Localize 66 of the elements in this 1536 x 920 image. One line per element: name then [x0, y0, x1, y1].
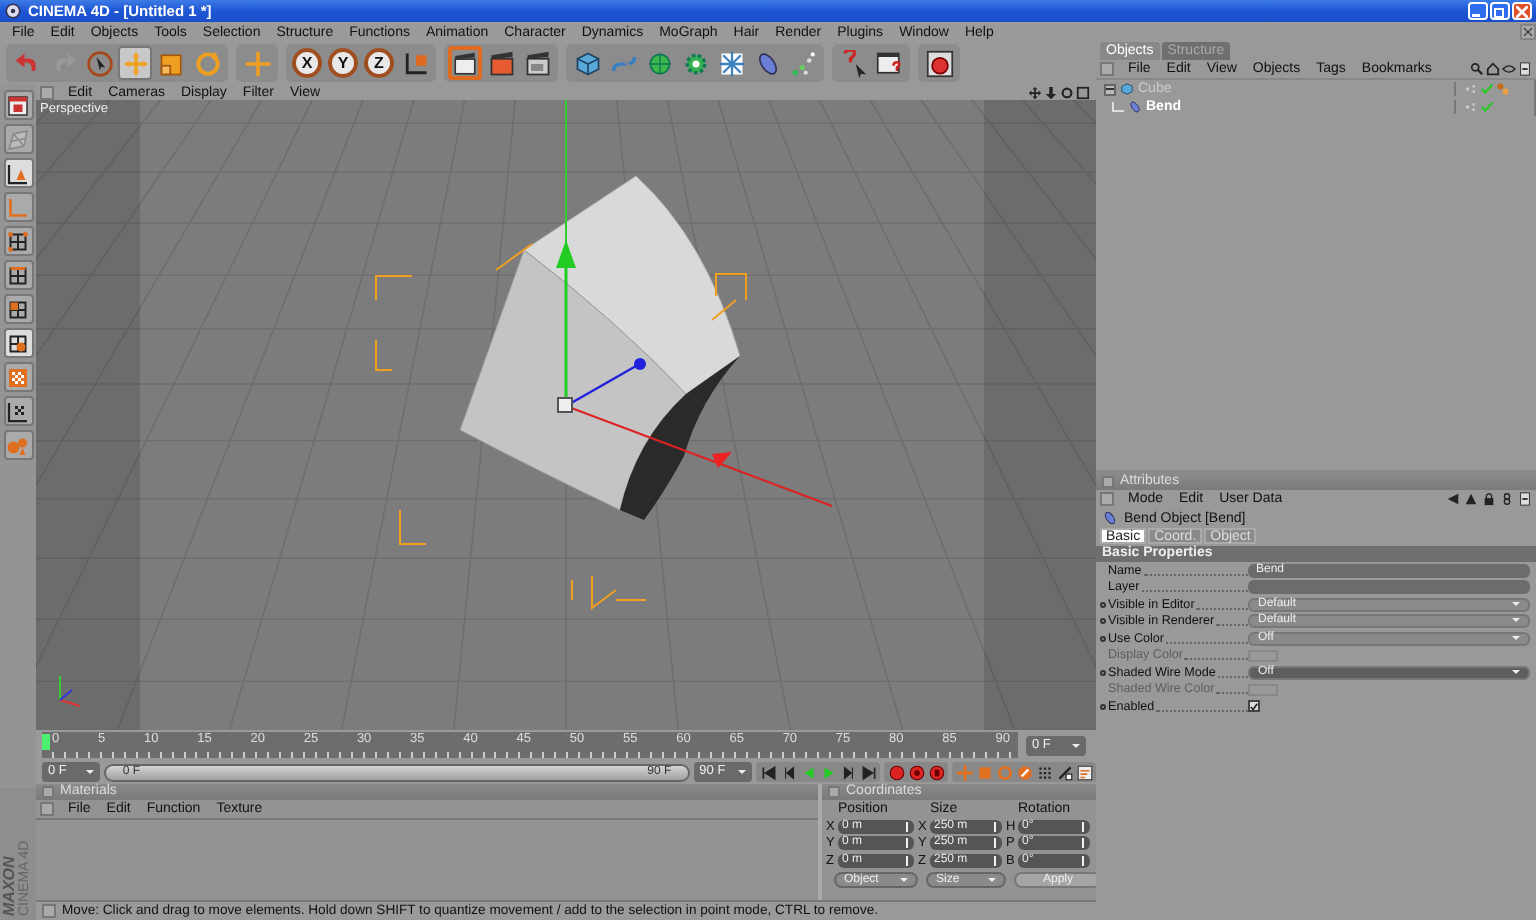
point-grid-icon[interactable]: [1034, 762, 1054, 782]
move-arrows-icon[interactable]: [1028, 85, 1042, 99]
keyframe-icon[interactable]: [926, 762, 946, 782]
axis-lock-button[interactable]: Y: [328, 48, 358, 78]
color-swatch[interactable]: [1248, 683, 1278, 696]
animation-dot[interactable]: [1100, 618, 1106, 625]
model-mode-icon[interactable]: [3, 158, 33, 188]
move-icon[interactable]: [118, 46, 152, 80]
clapboard-icon[interactable]: [448, 46, 482, 80]
parameter-icon[interactable]: [1014, 762, 1034, 782]
burst-icon[interactable]: [714, 46, 748, 80]
axis-gizmo-drawing: [59, 675, 81, 707]
color-swatch[interactable]: [1248, 649, 1278, 662]
cube-icon[interactable]: [1120, 82, 1134, 96]
close-button[interactable]: [1512, 2, 1532, 20]
panel-toggle[interactable]: [1100, 62, 1114, 76]
checker-axis-icon[interactable]: [3, 396, 33, 426]
axis-lock-button[interactable]: Z: [364, 48, 394, 78]
autokey-icon[interactable]: [906, 762, 926, 782]
timeline-icon[interactable]: [1074, 762, 1094, 782]
particles-icon[interactable]: [786, 46, 820, 80]
down-arrow-icon[interactable]: [1044, 85, 1058, 99]
axis-lock-button[interactable]: X: [292, 48, 322, 78]
close-icon[interactable]: [1520, 24, 1536, 40]
record-icon[interactable]: [886, 762, 906, 782]
skip-to-end-icon[interactable]: [858, 762, 878, 782]
restore-button[interactable]: [1490, 2, 1510, 20]
texture-grid-icon[interactable]: [3, 328, 33, 358]
checker-icon[interactable]: [3, 362, 33, 392]
home-icon[interactable]: [1486, 62, 1500, 76]
lock-icon[interactable]: [1482, 492, 1496, 506]
animation-dot[interactable]: [1100, 601, 1106, 608]
up-arrow-icon[interactable]: [1464, 492, 1478, 506]
checkbox[interactable]: [1248, 700, 1260, 713]
points-grid-icon[interactable]: [3, 226, 33, 256]
link-icon[interactable]: [1500, 492, 1514, 506]
search-icon[interactable]: [1470, 62, 1484, 76]
visibility-dots-icon[interactable]: [1464, 82, 1478, 96]
window-icon[interactable]: [1518, 62, 1532, 76]
polygons-grid-icon[interactable]: [3, 294, 33, 324]
brand-logo-text: MAXON: [2, 854, 18, 916]
animation-dot[interactable]: [1100, 635, 1106, 642]
render-region-icon[interactable]: [922, 46, 956, 80]
maximize-icon[interactable]: [1076, 85, 1090, 99]
layout-icon[interactable]: [3, 90, 33, 120]
edges-grid-icon[interactable]: [3, 260, 33, 290]
animation-dot[interactable]: [1100, 703, 1106, 710]
app-icon: [4, 2, 22, 20]
window-icon[interactable]: [1518, 492, 1532, 506]
restore-icon: [1494, 5, 1506, 17]
capsule-icon: [1102, 510, 1118, 526]
rotate-view-icon[interactable]: [1060, 85, 1074, 99]
pointer-icon[interactable]: [82, 46, 116, 80]
close-icon: [1516, 5, 1528, 17]
skip-to-start-icon[interactable]: [758, 762, 778, 782]
visibility-dots-icon[interactable]: [1464, 100, 1478, 114]
panel-toggle[interactable]: [828, 786, 840, 798]
back-arrow-icon[interactable]: [1446, 492, 1460, 506]
object-center-handle[interactable]: [557, 397, 573, 413]
expand-toggle[interactable]: [1104, 83, 1116, 95]
layer-field[interactable]: [1248, 580, 1530, 595]
eye-icon[interactable]: [1502, 62, 1516, 76]
animation-dot[interactable]: [1100, 669, 1106, 676]
minimize-button[interactable]: [1468, 2, 1488, 20]
capsule-icon[interactable]: [1128, 100, 1142, 114]
panel-toggle[interactable]: [40, 85, 54, 99]
